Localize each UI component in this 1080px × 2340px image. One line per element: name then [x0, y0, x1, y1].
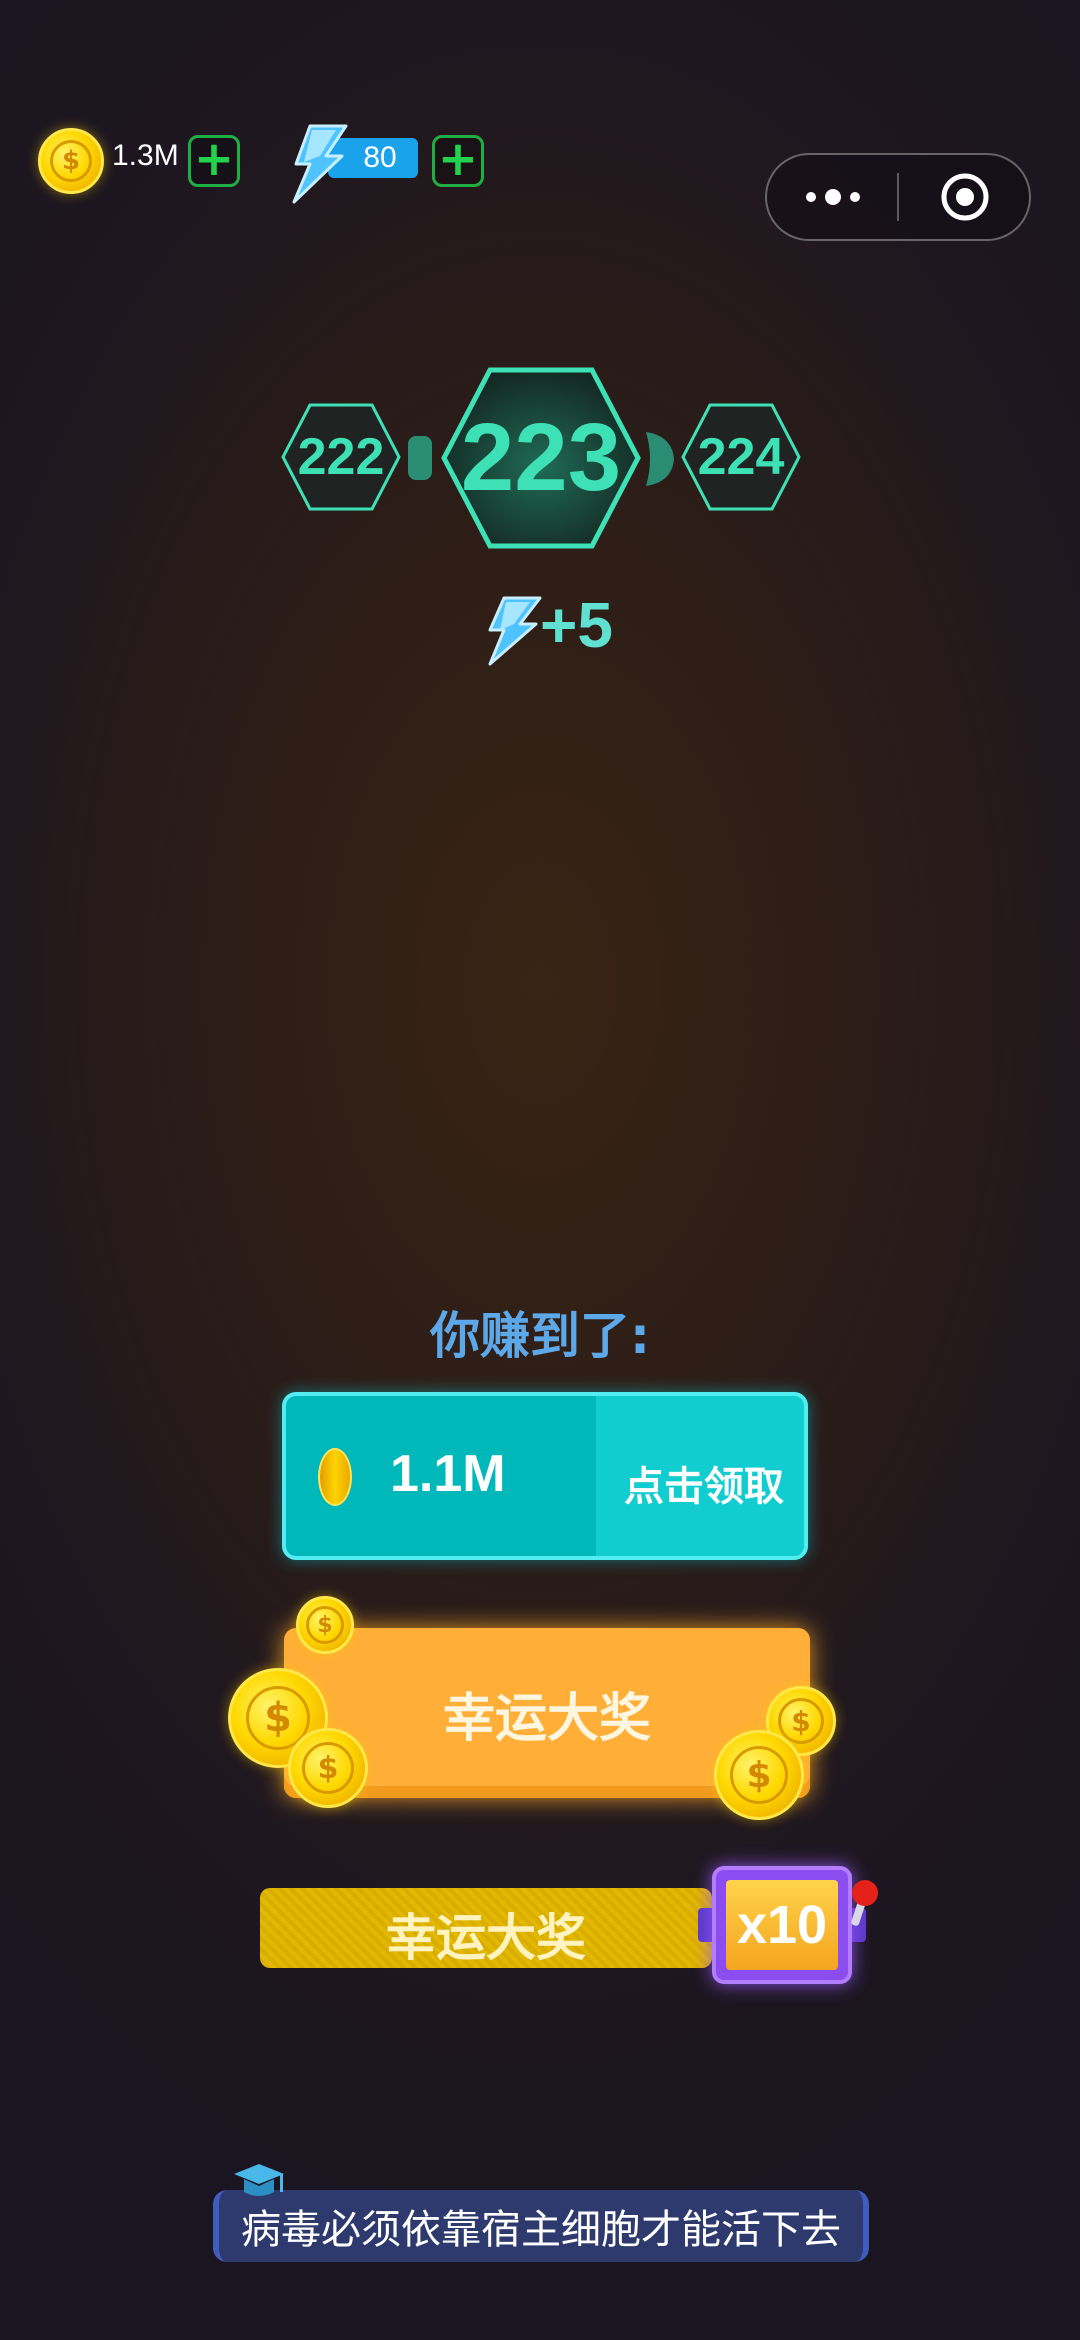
energy-bonus: +5 — [540, 589, 613, 661]
tip-banner: 病毒必须依靠宿主细胞才能活下去 — [213, 2190, 869, 2262]
level-arrow — [646, 432, 674, 486]
add-energy-button[interactable]: + — [432, 135, 484, 187]
coin-icon — [318, 1448, 352, 1506]
energy-value: 80 — [363, 141, 397, 174]
coin-icon: $ — [288, 1728, 368, 1808]
level-next: 224 — [697, 428, 785, 486]
coin-icon: $ — [714, 1730, 804, 1820]
coin-symbol: $ — [306, 1606, 344, 1644]
lightning-icon — [292, 124, 348, 204]
slot-machine-face: x10 — [726, 1880, 838, 1970]
slot-machine-icon: x10 — [712, 1866, 852, 1984]
coin-symbol: $ — [50, 140, 92, 182]
multiplier-value: x10 — [736, 1895, 828, 1955]
lightning-icon — [488, 596, 542, 666]
plus-icon: + — [193, 131, 235, 187]
earnings-amount: 1.1M — [390, 1445, 506, 1503]
coin-symbol: $ — [302, 1742, 354, 1794]
lucky-prize-multiplier-label: 幸运大奖 — [386, 1909, 586, 1967]
claim-label: 点击领取 — [624, 1464, 784, 1510]
coin-symbol: $ — [778, 1698, 824, 1744]
slot-lever-knob — [852, 1880, 878, 1906]
coin-symbol: $ — [730, 1746, 788, 1804]
tip-text: 病毒必须依靠宿主细胞才能活下去 — [241, 2207, 841, 2253]
add-coins-button[interactable]: + — [188, 135, 240, 187]
graduation-cap-icon — [234, 2164, 284, 2196]
earnings-heading: 你赚到了: — [430, 1307, 650, 1365]
coin-balance: 1.3M — [112, 139, 179, 172]
mini-program-capsule — [765, 153, 1031, 241]
target-icon — [941, 173, 989, 221]
coin-icon: $ — [296, 1596, 354, 1654]
claim-button[interactable]: 1.1M 点击领取 — [282, 1392, 808, 1560]
close-target-button[interactable] — [899, 155, 1031, 239]
lucky-prize-multiplier-button[interactable]: 幸运大奖 — [260, 1888, 712, 1968]
level-previous: 222 — [297, 428, 385, 486]
level-connector — [408, 436, 432, 480]
plus-icon: + — [437, 131, 479, 187]
level-current: 223 — [460, 404, 622, 511]
more-button[interactable] — [767, 155, 899, 239]
coin-icon: $ — [38, 128, 104, 194]
more-dots-icon — [806, 189, 860, 205]
